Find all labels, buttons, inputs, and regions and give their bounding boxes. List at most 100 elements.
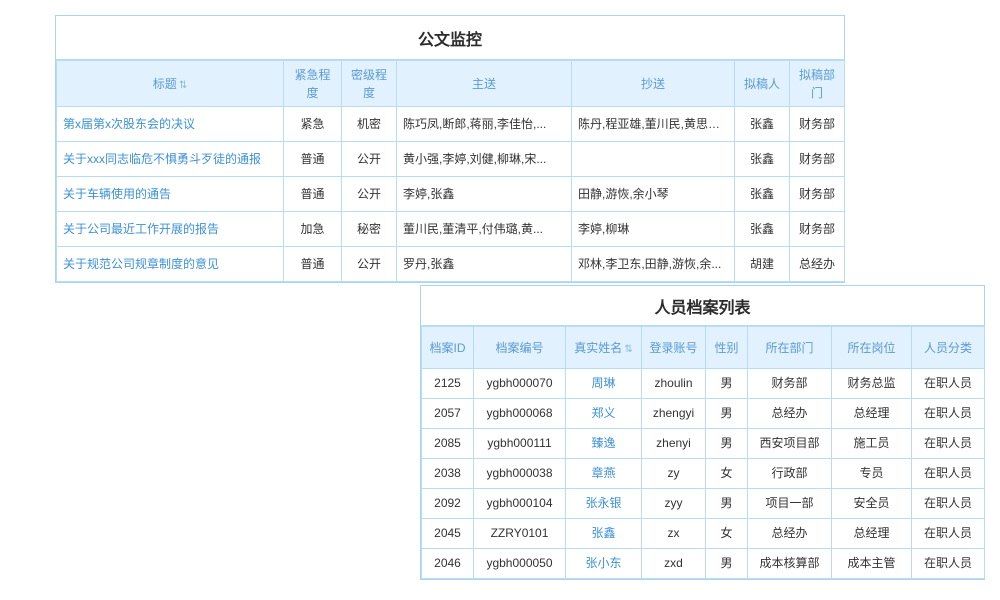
cell-gender: 男: [706, 489, 748, 519]
cell-archive-id: 2057: [422, 399, 474, 429]
col-header-department: 所在部门: [748, 327, 832, 369]
cell-real-name: 周琳: [566, 369, 642, 399]
table-row: 关于xxx同志临危不惧勇斗歹徒的通报 普通 公开 黄小强,李婷,刘健,柳琳,宋.…: [57, 142, 845, 177]
col-header-cc: 抄送: [572, 61, 735, 107]
cell-archive-no: ygbh000068: [474, 399, 566, 429]
doc-header-row: 标题⇅ 紧急程度 密级程度 主送 抄送 拟稿人 拟稿部门: [57, 61, 845, 107]
cell-department: 总经办: [748, 519, 832, 549]
col-header-draft-dept: 拟稿部门: [790, 61, 845, 107]
cell-department: 总经办: [748, 399, 832, 429]
cell-drafter: 张鑫: [735, 177, 790, 212]
cell-security: 公开: [342, 142, 397, 177]
cell-title: 关于xxx同志临危不惧勇斗歹徒的通报: [57, 142, 284, 177]
col-header-login-account: 登录账号: [642, 327, 706, 369]
cell-archive-no: ygbh000050: [474, 549, 566, 579]
cell-category: 在职人员: [912, 459, 985, 489]
cell-security: 公开: [342, 247, 397, 282]
cell-real-name: 张鑫: [566, 519, 642, 549]
cell-login-account: zhoulin: [642, 369, 706, 399]
cell-title: 关于规范公司规章制度的意见: [57, 247, 284, 282]
cell-archive-no: ygbh000104: [474, 489, 566, 519]
cell-real-name: 郑义: [566, 399, 642, 429]
cell-gender: 女: [706, 459, 748, 489]
table-row: 2125 ygbh000070 周琳 zhoulin 男 财务部 财务总监 在职…: [422, 369, 985, 399]
table-row: 2046 ygbh000050 张小东 zxd 男 成本核算部 成本主管 在职人…: [422, 549, 985, 579]
real-name-link[interactable]: 张小东: [585, 556, 621, 570]
cell-urgency: 紧急: [284, 107, 342, 142]
cell-drafter: 张鑫: [735, 142, 790, 177]
real-name-link[interactable]: 章燕: [591, 466, 615, 480]
table-row: 第x届第x次股东会的决议 紧急 机密 陈巧凤,断郎,蒋丽,李佳怡,... 陈丹,…: [57, 107, 845, 142]
cell-cc: 陈丹,程亚雄,董川民,黄思璐...: [572, 107, 735, 142]
cell-gender: 男: [706, 429, 748, 459]
cell-drafter: 张鑫: [735, 212, 790, 247]
cell-title: 第x届第x次股东会的决议: [57, 107, 284, 142]
doc-title-link[interactable]: 关于车辆使用的通告: [63, 187, 171, 201]
cell-category: 在职人员: [912, 429, 985, 459]
cell-archive-id: 2046: [422, 549, 474, 579]
real-name-link[interactable]: 周琳: [591, 376, 615, 390]
cell-draft-dept: 财务部: [790, 177, 845, 212]
table-row: 关于公司最近工作开展的报告 加急 秘密 董川民,董清平,付伟璐,黄... 李婷,…: [57, 212, 845, 247]
cell-main-send: 李婷,张鑫: [397, 177, 572, 212]
col-header-title[interactable]: 标题⇅: [57, 61, 284, 107]
cell-main-send: 黄小强,李婷,刘健,柳琳,宋...: [397, 142, 572, 177]
cell-security: 秘密: [342, 212, 397, 247]
cell-login-account: zyy: [642, 489, 706, 519]
col-header-archive-id: 档案ID: [422, 327, 474, 369]
cell-archive-id: 2085: [422, 429, 474, 459]
table-row: 关于车辆使用的通告 普通 公开 李婷,张鑫 田静,游恢,余小琴 张鑫 财务部: [57, 177, 845, 212]
col-header-real-name-label: 真实姓名: [574, 341, 622, 355]
table-row: 2045 ZZRY0101 张鑫 zx 女 总经办 总经理 在职人员: [422, 519, 985, 549]
col-header-real-name[interactable]: 真实姓名⇅: [566, 327, 642, 369]
real-name-link[interactable]: 臻逸: [591, 436, 615, 450]
cell-draft-dept: 财务部: [790, 212, 845, 247]
personnel-archive-panel: 人员档案列表 档案ID 档案编号 真实姓名⇅ 登录账号 性别 所在部门 所在岗位…: [420, 285, 985, 580]
col-header-title-label: 标题: [153, 77, 177, 91]
cell-login-account: zx: [642, 519, 706, 549]
personnel-table: 档案ID 档案编号 真实姓名⇅ 登录账号 性别 所在部门 所在岗位 人员分类 2…: [421, 326, 985, 579]
doc-table: 标题⇅ 紧急程度 密级程度 主送 抄送 拟稿人 拟稿部门 第x届第x次股东会的决…: [56, 60, 845, 282]
cell-position: 财务总监: [832, 369, 912, 399]
table-row: 2085 ygbh000111 臻逸 zhenyi 男 西安项目部 施工员 在职…: [422, 429, 985, 459]
cell-login-account: zy: [642, 459, 706, 489]
cell-draft-dept: 财务部: [790, 142, 845, 177]
cell-gender: 男: [706, 399, 748, 429]
cell-category: 在职人员: [912, 549, 985, 579]
cell-archive-id: 2092: [422, 489, 474, 519]
col-header-gender: 性别: [706, 327, 748, 369]
cell-cc: 邓林,李卫东,田静,游恢,余...: [572, 247, 735, 282]
doc-title-link[interactable]: 关于xxx同志临危不惧勇斗歹徒的通报: [63, 152, 261, 166]
cell-title: 关于车辆使用的通告: [57, 177, 284, 212]
cell-login-account: zxd: [642, 549, 706, 579]
real-name-link[interactable]: 张永银: [585, 496, 621, 510]
cell-category: 在职人员: [912, 519, 985, 549]
cell-gender: 女: [706, 519, 748, 549]
col-header-main-send: 主送: [397, 61, 572, 107]
sort-icon[interactable]: ⇅: [179, 80, 187, 91]
real-name-link[interactable]: 张鑫: [591, 526, 615, 540]
cell-security: 机密: [342, 107, 397, 142]
cell-archive-no: ygbh000070: [474, 369, 566, 399]
col-header-urgency: 紧急程度: [284, 61, 342, 107]
cell-real-name: 张永银: [566, 489, 642, 519]
doc-table-title: 公文监控: [56, 16, 844, 60]
cell-main-send: 董川民,董清平,付伟璐,黄...: [397, 212, 572, 247]
cell-urgency: 普通: [284, 177, 342, 212]
cell-archive-no: ygbh000111: [474, 429, 566, 459]
doc-title-link[interactable]: 关于公司最近工作开展的报告: [63, 222, 219, 236]
sort-icon[interactable]: ⇅: [624, 344, 632, 355]
cell-archive-id: 2045: [422, 519, 474, 549]
cell-real-name: 臻逸: [566, 429, 642, 459]
cell-department: 成本核算部: [748, 549, 832, 579]
document-monitor-panel: 公文监控 标题⇅ 紧急程度 密级程度 主送 抄送 拟稿人 拟稿部门 第x届第x次…: [55, 15, 845, 283]
real-name-link[interactable]: 郑义: [591, 406, 615, 420]
table-row: 关于规范公司规章制度的意见 普通 公开 罗丹,张鑫 邓林,李卫东,田静,游恢,余…: [57, 247, 845, 282]
cell-main-send: 陈巧凤,断郎,蒋丽,李佳怡,...: [397, 107, 572, 142]
personnel-header-row: 档案ID 档案编号 真实姓名⇅ 登录账号 性别 所在部门 所在岗位 人员分类: [422, 327, 985, 369]
cell-archive-no: ygbh000038: [474, 459, 566, 489]
doc-title-link[interactable]: 第x届第x次股东会的决议: [63, 117, 195, 131]
doc-title-link[interactable]: 关于规范公司规章制度的意见: [63, 257, 219, 271]
cell-position: 施工员: [832, 429, 912, 459]
table-row: 2092 ygbh000104 张永银 zyy 男 项目一部 安全员 在职人员: [422, 489, 985, 519]
